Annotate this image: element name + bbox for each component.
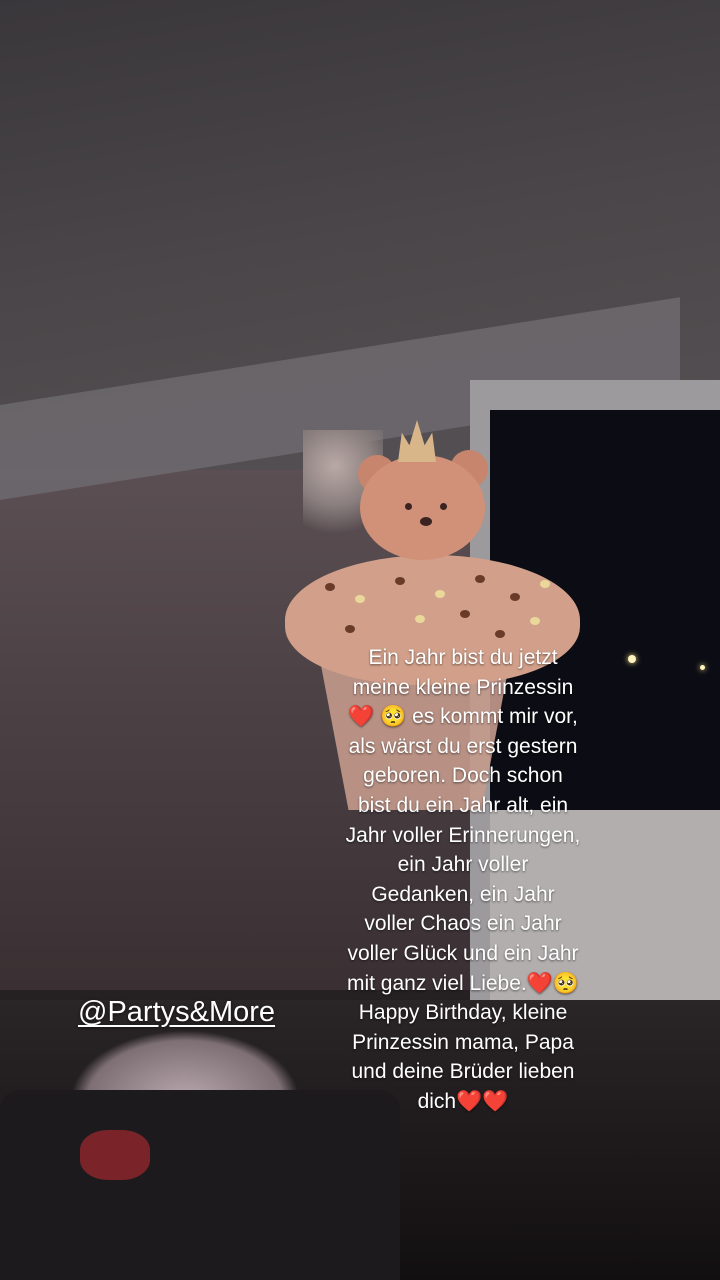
caption-line: voller Chaos ein Jahr	[364, 912, 562, 936]
caption-line: Ein Jahr bist du jetzt	[368, 646, 558, 669]
street-light	[628, 655, 636, 663]
sprinkle	[460, 610, 470, 618]
bear-head	[360, 455, 485, 560]
sprinkle	[325, 583, 335, 591]
sprinkle	[435, 590, 445, 598]
story-caption: Ein Jahr bist du jetzt meine kleine Prin…	[318, 643, 608, 1117]
sprinkle	[495, 630, 505, 638]
bear-nose	[420, 517, 432, 526]
caption-line: Gedanken, ein Jahr	[371, 882, 555, 906]
bear-eye	[440, 503, 447, 510]
caption-line: Happy Birthday, kleine	[358, 1001, 568, 1025]
caption-line: und deine Brüder lieben	[351, 1060, 575, 1084]
sprinkle	[540, 580, 550, 588]
mention-link[interactable]: @Partys&More	[78, 996, 275, 1029]
sprinkle	[355, 595, 365, 603]
bear-eye	[405, 503, 412, 510]
caption-line: ❤️ 🥺 es kommt mir vor,	[348, 705, 578, 729]
sprinkle	[415, 615, 425, 623]
caption-line: geboren. Doch schon	[363, 764, 563, 788]
caption-line: Prinzessin mama, Papa	[352, 1030, 574, 1054]
caption-line: bist du ein Jahr alt, ein	[357, 793, 569, 817]
red-cloth	[80, 1130, 150, 1180]
caption-line: meine kleine Prinzessin	[352, 675, 574, 699]
sprinkle	[475, 575, 485, 583]
sprinkle	[345, 625, 355, 633]
caption-line: Jahr voller Erinnerungen,	[345, 823, 581, 847]
sprinkle	[530, 617, 540, 625]
caption-line: als wärst du erst gestern	[348, 734, 578, 758]
caption-line: voller Glück und ein Jahr	[347, 941, 579, 965]
caption-line: dich❤️❤️	[417, 1089, 509, 1113]
sprinkle	[395, 577, 405, 585]
sprinkle	[510, 593, 520, 601]
caption-line: ein Jahr voller	[397, 853, 529, 877]
street-light	[700, 665, 705, 670]
story-photo: Ein Jahr bist du jetzt meine kleine Prin…	[0, 0, 720, 1280]
caption-line: mit ganz viel Liebe.❤️🥺	[346, 971, 580, 995]
bed	[0, 1090, 400, 1280]
